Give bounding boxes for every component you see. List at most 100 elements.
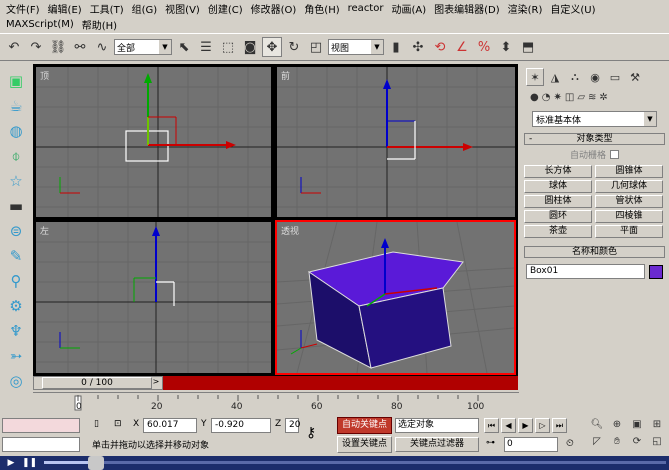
viewport-left-label[interactable]: 左 xyxy=(40,224,49,237)
viewport-left[interactable]: 左 xyxy=(35,221,272,374)
named-selection-icon[interactable]: ⬒ xyxy=(518,37,538,57)
selected-set-dropdown[interactable]: 选定对象 xyxy=(395,418,479,433)
systems-icon[interactable]: ✲ xyxy=(599,92,607,103)
maxscript-listener-mini[interactable] xyxy=(2,418,80,433)
utilities-tab-icon[interactable]: ⚒ xyxy=(626,68,644,86)
box-tool-icon[interactable]: ▣ xyxy=(3,70,29,92)
cone-button[interactable]: 圆锥体 xyxy=(595,165,663,178)
zoom-extents-all-icon[interactable]: ⊞ xyxy=(648,418,666,433)
box-button[interactable]: 长方体 xyxy=(524,165,592,178)
next-frame-icon[interactable]: ▷ xyxy=(535,418,550,433)
key-mode-icon[interactable]: ⊶ xyxy=(486,438,495,448)
play-icon[interactable]: ▶ xyxy=(518,418,533,433)
set-key-button[interactable]: 设置关键点 xyxy=(337,436,392,453)
viewport-top-label[interactable]: 顶 xyxy=(40,69,49,82)
viewport-front-label[interactable]: 前 xyxy=(281,69,290,82)
maximize-viewport-icon[interactable]: ◱ xyxy=(648,435,666,450)
sphere-tool-icon[interactable]: ◍ xyxy=(3,120,29,142)
video-progress-thumb[interactable] xyxy=(88,456,104,470)
plane-tool-icon[interactable]: ▬ xyxy=(3,195,29,217)
object-color-swatch[interactable] xyxy=(649,264,663,279)
time-slider[interactable]: 0 / 100 > xyxy=(33,376,163,390)
pause-icon[interactable]: ❚❚ xyxy=(22,457,37,469)
y-coord-field[interactable]: -0.920 xyxy=(211,418,271,433)
lights-icon[interactable]: ✷ xyxy=(553,92,561,103)
time-slider-thumb[interactable]: 0 / 100 xyxy=(42,377,152,389)
key-icon[interactable]: ⚷ xyxy=(306,425,316,441)
rect-selection-icon[interactable]: ⬚ xyxy=(218,37,238,57)
next-frame-icon[interactable]: > xyxy=(150,377,162,389)
space-warps-icon[interactable]: ≋ xyxy=(588,92,596,103)
tube-button[interactable]: 管状体 xyxy=(595,195,663,208)
field-of-view-icon[interactable]: ◸ xyxy=(588,435,606,450)
sphere-button[interactable]: 球体 xyxy=(524,180,592,193)
wrench-tool-icon[interactable]: ⚲ xyxy=(3,270,29,292)
menu-maxscript[interactable]: MAXScript(M) xyxy=(2,19,78,30)
z-coord-field[interactable]: 20 xyxy=(285,418,300,433)
hierarchy-tab-icon[interactable]: ⛬ xyxy=(566,68,584,86)
prev-frame-icon[interactable]: ◀ xyxy=(501,418,516,433)
viewport-top[interactable]: 顶 xyxy=(35,66,272,218)
snap-toggle-icon[interactable]: ⟲ xyxy=(430,37,450,57)
go-to-start-icon[interactable]: ⏮ xyxy=(484,418,499,433)
menu-help[interactable]: 帮助(H) xyxy=(78,17,121,32)
geosphere-button[interactable]: 几何球体 xyxy=(595,180,663,193)
menu-rendering[interactable]: 渲染(R) xyxy=(504,1,547,16)
window-crossing-icon[interactable]: ◙ xyxy=(240,37,260,57)
helpers-icon[interactable]: ▱ xyxy=(577,92,585,103)
menu-customize[interactable]: 自定义(U) xyxy=(546,1,599,16)
lock-selection-icon[interactable]: ▯ xyxy=(94,419,99,429)
spiral-tool-icon[interactable]: ♆ xyxy=(3,320,29,342)
gear-icon[interactable]: ⚙ xyxy=(3,295,29,317)
zoom-extents-icon[interactable]: ▣ xyxy=(628,418,646,433)
menu-animation[interactable]: 动画(A) xyxy=(387,1,430,16)
angle-snap-icon[interactable]: ∠ xyxy=(452,37,472,57)
teapot-tool-icon[interactable]: ☕ xyxy=(3,95,29,117)
select-by-name-icon[interactable]: ☰ xyxy=(196,37,216,57)
display-tab-icon[interactable]: ▭ xyxy=(606,68,624,86)
geometry-icon[interactable]: ● xyxy=(530,92,539,103)
object-type-rollout[interactable]: - 对象类型 xyxy=(524,133,665,145)
percent-snap-icon[interactable]: % xyxy=(474,37,494,57)
menu-modifiers[interactable]: 修改器(O) xyxy=(247,1,301,16)
menu-edit[interactable]: 编辑(E) xyxy=(44,1,86,16)
primitive-type-dropdown[interactable]: 标准基本体 ▼ xyxy=(532,111,657,127)
zoom-icon[interactable]: 🔍︎ xyxy=(588,418,606,433)
bind-space-warp-icon[interactable]: ∿ xyxy=(92,37,112,57)
absolute-mode-icon[interactable]: ⊡ xyxy=(114,419,122,429)
shapes-icon[interactable]: ◔ xyxy=(542,92,551,103)
link-icon[interactable]: ⛓ xyxy=(48,37,68,57)
pivot-center-icon[interactable]: ▮ xyxy=(386,37,406,57)
select-object-icon[interactable]: ⬉ xyxy=(174,37,194,57)
tube-tool-icon[interactable]: ⊜ xyxy=(3,220,29,242)
unlink-icon[interactable]: ⚯ xyxy=(70,37,90,57)
modify-tab-icon[interactable]: ◮ xyxy=(546,68,564,86)
fish-tool-icon[interactable]: ➳ xyxy=(3,345,29,367)
name-color-rollout[interactable]: 名称和颜色 xyxy=(524,246,665,258)
cylinder-button[interactable]: 圆柱体 xyxy=(524,195,592,208)
spinner-snap-icon[interactable]: ⬍ xyxy=(496,37,516,57)
reference-coord-dropdown[interactable]: 视图 ▼ xyxy=(328,39,384,55)
motion-tab-icon[interactable]: ◉ xyxy=(586,68,604,86)
teapot-button[interactable]: 茶壶 xyxy=(524,225,592,238)
menu-views[interactable]: 视图(V) xyxy=(161,1,204,16)
maxscript-input-mini[interactable] xyxy=(2,437,80,452)
select-scale-icon[interactable]: ◰ xyxy=(306,37,326,57)
pencil-tool-icon[interactable]: ✎ xyxy=(3,245,29,267)
x-coord-field[interactable]: 60.017 xyxy=(143,418,197,433)
menu-reactor[interactable]: reactor xyxy=(344,3,388,14)
ring-tool-icon[interactable]: ◎ xyxy=(3,370,29,392)
undo-icon[interactable]: ↶ xyxy=(4,37,24,57)
select-move-icon[interactable]: ✥ xyxy=(262,37,282,57)
redo-icon[interactable]: ↷ xyxy=(26,37,46,57)
object-name-field[interactable]: Box01 xyxy=(526,264,645,279)
cylinder-tool-icon[interactable]: ⌽ xyxy=(3,145,29,167)
manipulate-icon[interactable]: ✣ xyxy=(408,37,428,57)
viewport-perspective[interactable]: 透视 xyxy=(275,220,516,375)
auto-key-button[interactable]: 自动关键点 xyxy=(337,417,392,434)
menu-character[interactable]: 角色(H) xyxy=(300,1,343,16)
menu-file[interactable]: 文件(F) xyxy=(2,1,44,16)
viewport-front[interactable]: 前 xyxy=(276,66,516,218)
menu-create[interactable]: 创建(C) xyxy=(204,1,247,16)
select-rotate-icon[interactable]: ↻ xyxy=(284,37,304,57)
